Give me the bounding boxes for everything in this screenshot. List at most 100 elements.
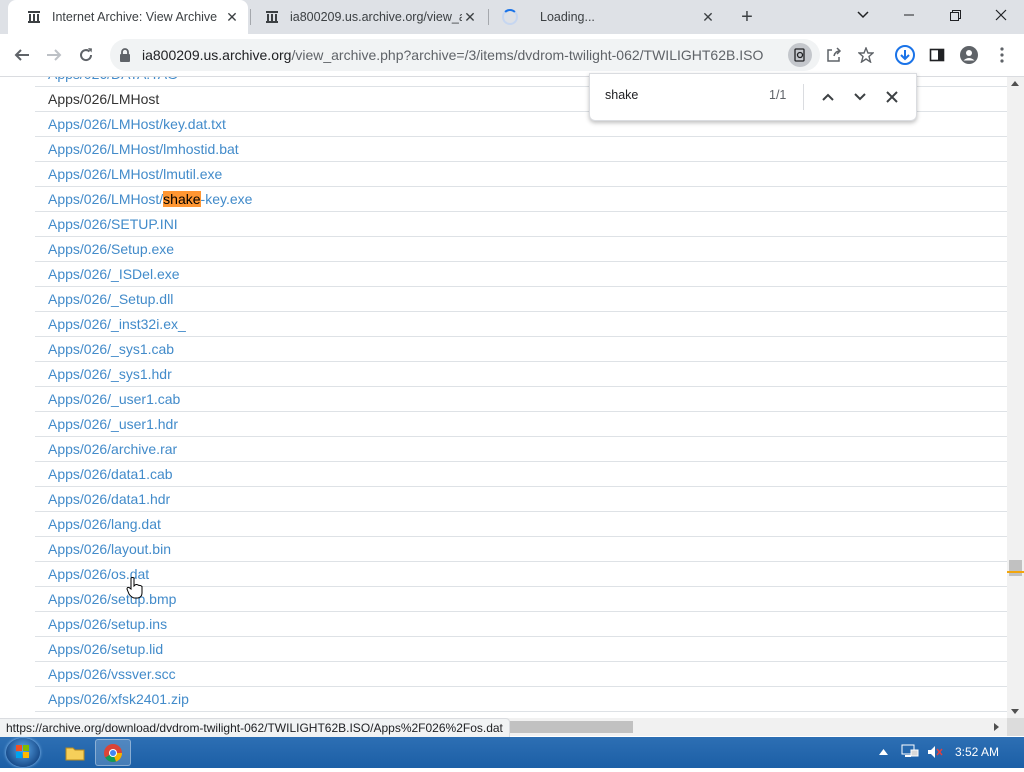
file-link[interactable]: Apps/026/setup.ins [48,616,167,632]
profile-avatar-icon[interactable] [956,42,982,68]
find-previous-icon[interactable] [817,86,839,108]
vertical-scrollbar[interactable] [1007,77,1024,718]
tab-loading[interactable]: Loading... ✕ [484,0,724,34]
close-tab-icon[interactable]: ✕ [462,9,478,25]
file-link[interactable]: Apps/026/LMHost/key.dat.txt [48,116,226,132]
scroll-right-arrow-icon[interactable] [994,723,999,731]
file-link[interactable]: Apps/026/_sys1.cab [48,341,174,357]
file-link[interactable]: Apps/026/_user1.cab [48,391,180,407]
file-path: Apps/026/archive.rar [48,441,178,457]
tab-title: Internet Archive: View Archive [52,10,218,24]
address-bar[interactable]: ia800209.us.archive.org/view_archive.php… [110,39,820,71]
tab-strip: Internet Archive: View Archive ✕ ia80020… [0,0,1024,34]
file-path: Apps/026/_sys1.cab [48,341,175,357]
file-link[interactable]: Apps/026/_Setup.dll [48,291,173,307]
file-row: Apps/026/_inst32i.ex_ [35,312,1007,337]
file-link[interactable]: Apps/026/vssver.scc [48,666,176,682]
taskbar-clock[interactable]: 3:52 AM [955,745,999,759]
file-explorer-icon[interactable] [57,739,93,766]
file-path: Apps/026/LMHost/key.dat.txt [48,116,226,132]
close-tab-icon[interactable]: ✕ [224,9,240,25]
file-path: Apps/026/lang.dat [48,516,161,532]
archive-icon [26,9,42,25]
horizontal-scroll-thumb[interactable] [505,721,633,733]
file-link[interactable]: Apps/026/_inst32i.ex_ [48,316,186,332]
page-content: Apps/026/DATA.TAG Apps/026/LMHost Apps/026… [0,77,1007,718]
find-input[interactable]: shake [605,88,638,102]
file-path: Apps/026/_user1.cab [48,391,181,407]
file-link[interactable]: Apps/026/DATA.TAG [48,77,178,82]
share-icon[interactable] [821,42,847,68]
file-row: Apps/026/layout.bin [35,537,1007,562]
file-path: Apps/026/_Setup.dll [48,291,174,307]
menu-kebab-icon[interactable] [989,42,1015,68]
file-link[interactable]: Apps/026/setup.bmp [48,591,176,607]
file-list: Apps/026/DATA.TAG Apps/026/LMHost Apps/026… [35,77,1007,718]
file-link[interactable]: Apps/026/Setup.exe [48,241,174,257]
file-link[interactable]: Apps/026/layout.bin [48,541,171,557]
file-link[interactable]: Apps/026/data1.hdr [48,491,170,507]
file-link[interactable]: Apps/026/LMHost/shake-key.exe [48,191,252,207]
find-close-icon[interactable] [881,86,903,108]
file-link[interactable]: Apps/026/_sys1.hdr [48,366,172,382]
windows-start-icon[interactable] [6,738,40,767]
chrome-taskbar-icon[interactable] [95,739,131,766]
find-match-marker [1007,571,1024,573]
file-row: Apps/026/setup.ins [35,612,1007,637]
new-tab-icon[interactable]: + [737,6,757,28]
find-in-page-icon[interactable] [788,43,812,67]
file-row: Apps/026/_sys1.cab [35,337,1007,362]
status-url-bubble: https://archive.org/download/dvdrom-twil… [0,718,510,739]
file-link[interactable]: Apps/026/SETUP.INI [48,216,178,232]
file-link[interactable]: Apps/026/xfsk2401.zip [48,691,189,707]
file-row: Apps/026/data1.hdr [35,487,1007,512]
file-link[interactable]: Apps/026/setup.lid [48,641,163,657]
scroll-up-arrow-icon[interactable] [1011,81,1019,86]
network-icon[interactable] [900,742,920,762]
tab-title: Loading... [540,10,595,24]
file-row: Apps/026/setup.bmp [35,587,1007,612]
tab-title: ia800209.us.archive.org/view_arc [290,10,462,24]
vertical-scroll-thumb[interactable] [1009,560,1022,576]
find-highlight: shake [163,191,201,207]
tab-view-arc[interactable]: ia800209.us.archive.org/view_arc ✕ [246,0,486,34]
file-path: Apps/026/LMHost [48,91,160,107]
url-text[interactable]: ia800209.us.archive.org/view_archive.php… [142,47,763,63]
file-row: Apps/026/archive.rar [35,437,1007,462]
find-next-icon[interactable] [849,86,871,108]
bookmark-star-icon[interactable] [853,42,879,68]
download-icon[interactable] [892,42,918,68]
tray-expand-icon[interactable] [876,742,890,762]
find-bar: shake 1/1 [589,73,917,121]
file-link[interactable]: Apps/026/_ISDel.exe [48,266,180,282]
file-row: Apps/026/_user1.hdr [35,412,1007,437]
file-path: Apps/026/SETUP.INI [48,216,178,232]
file-link[interactable]: Apps/026/LMHost/lmutil.exe [48,166,222,182]
file-link[interactable]: Apps/026/lang.dat [48,516,161,532]
reload-icon[interactable] [73,42,99,68]
file-row: Apps/026/SETUP.INI [35,212,1007,237]
file-path: Apps/026/LMHost/lmutil.exe [48,166,223,182]
file-row: Apps/026/LMHost/lmhostid.bat [35,137,1007,162]
close-tab-icon[interactable]: ✕ [700,9,716,25]
tab-view-archive[interactable]: Internet Archive: View Archive ✕ [8,0,248,34]
tab-search-icon[interactable] [840,0,886,30]
restore-icon[interactable] [932,0,978,30]
volume-icon[interactable] [925,742,945,762]
back-icon[interactable] [9,42,35,68]
file-link[interactable]: Apps/026/_user1.hdr [48,416,178,432]
file-path: Apps/026/_sys1.hdr [48,366,172,382]
close-window-icon[interactable] [978,0,1024,30]
file-path-suffix: -key.exe [200,191,253,207]
file-link[interactable]: Apps/026/LMHost/lmhostid.bat [48,141,239,157]
minimize-icon[interactable] [886,0,932,30]
file-link[interactable]: Apps/026/data1.cab [48,466,173,482]
file-row: Apps/026/os.dat [35,562,1007,587]
lock-icon[interactable] [118,47,134,63]
scroll-down-arrow-icon[interactable] [1011,709,1019,714]
forward-icon[interactable] [41,42,67,68]
side-panel-icon[interactable] [924,42,950,68]
file-row: Apps/026/xfsk2401.zip [35,687,1007,712]
archive-icon [264,9,280,25]
file-link[interactable]: Apps/026/archive.rar [48,441,177,457]
